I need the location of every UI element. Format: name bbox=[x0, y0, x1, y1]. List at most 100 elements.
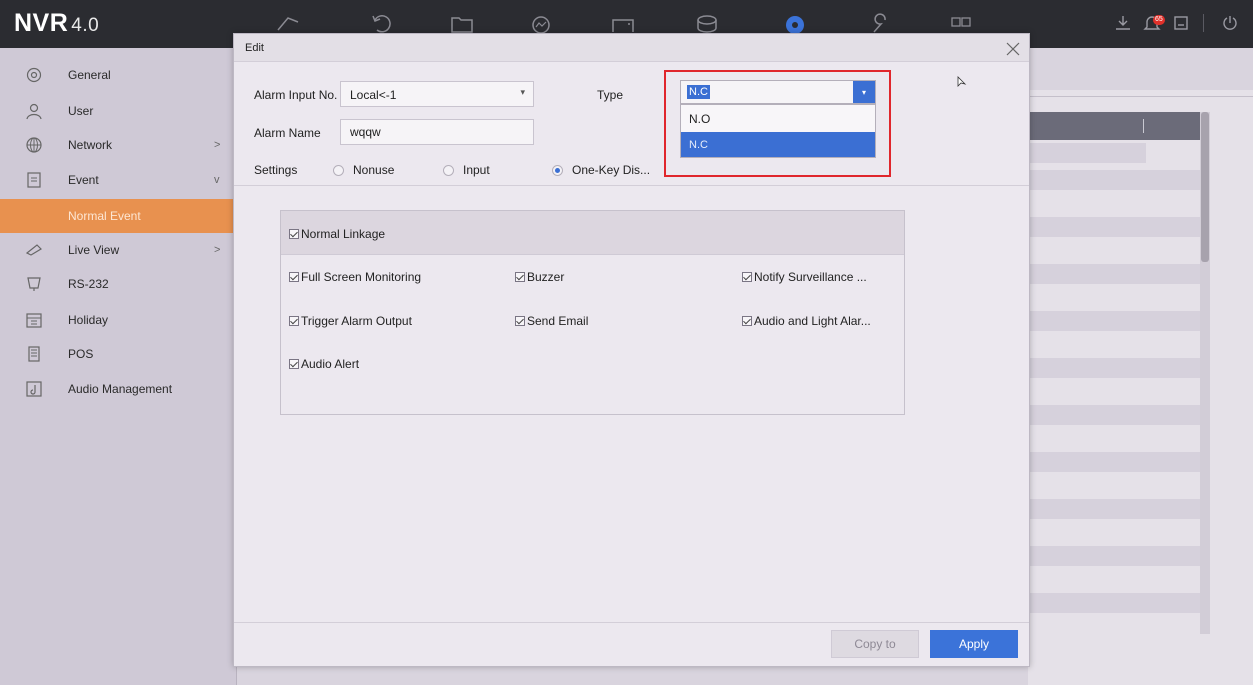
chevron-down-icon: ▾ bbox=[520, 87, 525, 97]
apply-button[interactable]: Apply bbox=[930, 630, 1018, 658]
checkbox-icon bbox=[742, 316, 752, 326]
background-table-header bbox=[1028, 112, 1200, 140]
checkbox-icon bbox=[515, 272, 525, 282]
alarm-name-label: Alarm Name bbox=[254, 126, 321, 140]
alarm-input-select[interactable]: Local<-1 ▾ bbox=[340, 81, 534, 107]
radio-circle bbox=[552, 164, 563, 176]
storage-icon[interactable] bbox=[694, 12, 720, 34]
sidebar-item-network[interactable]: Network > bbox=[0, 128, 237, 162]
background-header-divider bbox=[1143, 119, 1144, 133]
copy-to-button[interactable]: Copy to bbox=[831, 630, 919, 658]
table-row bbox=[1028, 143, 1146, 163]
radio-nonuse[interactable]: Nonuse bbox=[333, 163, 394, 177]
sidebar-item-live-view[interactable]: Live View > bbox=[0, 233, 237, 267]
sidebar-item-label: POS bbox=[68, 347, 94, 361]
radio-one-key-disarm[interactable]: One-Key Dis... bbox=[552, 163, 650, 177]
sidebar-item-label: General bbox=[68, 68, 111, 82]
sidebar-item-label: Event bbox=[68, 173, 99, 187]
table-row bbox=[1028, 546, 1200, 566]
radio-label: Input bbox=[463, 163, 490, 177]
full-screen-monitoring-checkbox[interactable]: Full Screen Monitoring bbox=[289, 270, 421, 284]
sidebar-item-general[interactable]: General bbox=[0, 58, 237, 92]
sidebar-item-event[interactable]: Event v bbox=[0, 163, 237, 197]
linkage-header: Normal Linkage bbox=[281, 211, 904, 255]
sidebar-item-label: User bbox=[68, 104, 94, 118]
checkbox-label: Buzzer bbox=[527, 270, 565, 284]
sidebar-item-holiday[interactable]: Holiday bbox=[0, 303, 237, 337]
audio-icon bbox=[24, 379, 44, 399]
table-row bbox=[1028, 217, 1200, 237]
checkbox-label: Audio Alert bbox=[301, 357, 360, 371]
sidebar-item-rs232[interactable]: RS-232 bbox=[0, 267, 237, 301]
checkbox-icon bbox=[289, 316, 299, 326]
app-logo: NVR 4.0 bbox=[14, 9, 100, 37]
download-icon[interactable] bbox=[1114, 14, 1132, 32]
smart-icon[interactable] bbox=[528, 12, 554, 34]
buzzer-checkbox[interactable]: Buzzer bbox=[515, 270, 564, 284]
notify-surveillance-checkbox[interactable]: Notify Surveillance ... bbox=[742, 270, 867, 284]
live-view-icon[interactable] bbox=[275, 12, 301, 34]
notification-badge: 65 bbox=[1153, 15, 1165, 25]
normal-linkage-checkbox[interactable]: Normal Linkage bbox=[289, 227, 385, 241]
alarm-input-value: Local<-1 bbox=[350, 88, 397, 102]
background-divider bbox=[1028, 96, 1253, 97]
checkbox-label: Audio and Light Alar... bbox=[754, 314, 871, 328]
power-icon[interactable] bbox=[1221, 14, 1239, 32]
sidebar: General User Network > Event v Normal Ev… bbox=[0, 48, 237, 685]
playback-icon[interactable] bbox=[369, 12, 395, 34]
user-icon bbox=[24, 101, 44, 121]
checkbox-icon bbox=[742, 272, 752, 282]
radio-input[interactable]: Input bbox=[443, 163, 490, 177]
config-icon[interactable] bbox=[610, 12, 636, 34]
layout-icon[interactable] bbox=[948, 12, 974, 34]
maintenance-icon[interactable] bbox=[866, 12, 892, 34]
lock-icon[interactable] bbox=[1172, 14, 1190, 32]
settings-gear-icon[interactable] bbox=[782, 12, 808, 34]
close-icon[interactable] bbox=[1002, 38, 1024, 60]
alarm-input-label: Alarm Input No. bbox=[254, 88, 338, 102]
sidebar-item-audio-management[interactable]: Audio Management bbox=[0, 372, 237, 406]
trigger-alarm-output-checkbox[interactable]: Trigger Alarm Output bbox=[289, 314, 412, 328]
dialog-titlebar: Edit bbox=[234, 34, 1029, 62]
checkbox-icon bbox=[289, 359, 299, 369]
table-row bbox=[1028, 499, 1200, 519]
file-icon[interactable] bbox=[449, 12, 475, 34]
event-icon bbox=[24, 170, 44, 190]
linkage-panel: Normal Linkage Full Screen Monitoring Bu… bbox=[280, 210, 905, 415]
background-scrollbar-thumb[interactable] bbox=[1201, 112, 1209, 262]
checkbox-label: Full Screen Monitoring bbox=[301, 270, 422, 284]
sidebar-item-pos[interactable]: POS bbox=[0, 337, 237, 371]
audio-light-alarm-checkbox[interactable]: Audio and Light Alar... bbox=[742, 314, 871, 328]
settings-label: Settings bbox=[254, 163, 298, 177]
checkbox-label: Notify Surveillance ... bbox=[754, 270, 867, 284]
divider bbox=[234, 185, 1029, 186]
table-row bbox=[1028, 593, 1200, 613]
chevron-down-icon: v bbox=[214, 174, 220, 186]
sidebar-item-label: Normal Event bbox=[68, 209, 141, 223]
table-row bbox=[1028, 452, 1200, 472]
audio-alert-checkbox[interactable]: Audio Alert bbox=[289, 357, 359, 371]
camera-icon bbox=[24, 240, 44, 260]
chevron-right-icon: > bbox=[214, 244, 221, 256]
type-label: Type bbox=[597, 88, 624, 102]
annotation-highlight-box bbox=[664, 70, 891, 177]
sidebar-item-user[interactable]: User bbox=[0, 94, 237, 128]
send-email-checkbox[interactable]: Send Email bbox=[515, 314, 588, 328]
footer-divider bbox=[234, 622, 1029, 623]
checkbox-icon bbox=[289, 272, 299, 282]
pos-icon bbox=[24, 344, 44, 364]
table-row bbox=[1028, 311, 1200, 331]
edit-dialog: Edit Alarm Input No. Local<-1 ▾ Type Ala… bbox=[233, 33, 1030, 667]
topbar-divider bbox=[1203, 14, 1204, 32]
sidebar-item-label: Audio Management bbox=[68, 382, 173, 396]
sidebar-item-normal-event[interactable]: Normal Event bbox=[0, 199, 237, 233]
table-row bbox=[1028, 358, 1200, 378]
table-row bbox=[1028, 264, 1200, 284]
serial-icon bbox=[24, 274, 44, 294]
globe-icon bbox=[24, 135, 44, 155]
checkbox-icon bbox=[289, 229, 299, 239]
alarm-name-input[interactable] bbox=[340, 119, 534, 145]
table-row bbox=[1028, 405, 1200, 425]
radio-circle bbox=[443, 164, 454, 176]
sidebar-item-label: Live View bbox=[68, 243, 120, 257]
